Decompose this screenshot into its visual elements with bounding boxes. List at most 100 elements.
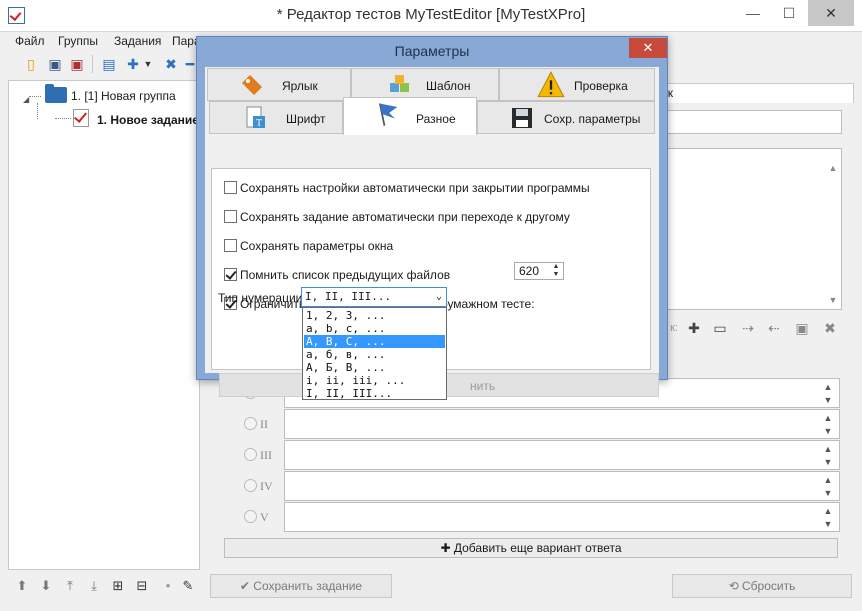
reset-label: Сбросить [742, 579, 796, 593]
answer-radio[interactable] [244, 417, 257, 430]
scroll-down-icon[interactable]: ▼ [823, 457, 833, 467]
menu-groups[interactable]: Группы [58, 34, 98, 48]
answer-number: II [260, 417, 268, 431]
scroll-up-icon[interactable]: ▲ [823, 382, 833, 392]
checkbox[interactable] [224, 210, 237, 223]
move-right-icon[interactable]: ⇢ [740, 320, 756, 336]
menu-file[interactable]: Файл [15, 34, 45, 48]
add-variant-button[interactable]: ✚ Добавить еще вариант ответа [224, 538, 838, 558]
main-toolbar: ▯ ▣ ▣ ▤ ✚ ▼ ✖ ━ [0, 52, 200, 76]
checkbox[interactable] [224, 181, 237, 194]
numbering-dropdown[interactable]: 1, 2, 3, ... a, b, c, ... A, B, C, ... а… [302, 307, 447, 400]
spinner-buttons[interactable]: ▲ ▼ [549, 263, 563, 279]
option-label: Сохранять параметры окна [240, 239, 394, 253]
add-group-icon[interactable]: ▤ [100, 55, 118, 73]
scroll-up-icon[interactable]: ▲ [823, 506, 833, 516]
save-small-icon[interactable]: ▣ [794, 320, 810, 336]
numbering-option[interactable]: a, b, c, ... [304, 322, 445, 335]
close-button[interactable]: ✕ [808, 0, 854, 26]
spin-up-icon[interactable]: ▲ [549, 263, 563, 271]
answer-row: IV ▲ ▼ [220, 471, 840, 501]
answer-row: V ▲ ▼ [220, 502, 840, 532]
numbering-option[interactable]: 1, 2, 3, ... [304, 309, 445, 322]
numbering-select[interactable]: I, II, III... ⌄ [301, 287, 447, 307]
scroll-up-icon[interactable]: ▲ [823, 413, 833, 423]
delete-icon[interactable]: ✖ [162, 55, 180, 73]
tab-shortcut[interactable]: Ярлык [207, 68, 351, 101]
save-as-icon[interactable]: ▣ [68, 55, 86, 73]
checkmark-icon: ✔ [239, 579, 254, 593]
scroll-up-icon[interactable]: ▲ [823, 444, 833, 454]
numbering-option[interactable]: А, Б, В, ... [304, 361, 445, 374]
dialog-close-button[interactable]: ✕ [629, 38, 667, 58]
floppy-icon [512, 108, 532, 128]
scroll-up-icon[interactable]: ▲ [827, 163, 839, 173]
scroll-up-icon[interactable]: ▲ [823, 475, 833, 485]
task-title-field[interactable] [654, 110, 842, 134]
answer-field[interactable]: ▲ ▼ [284, 440, 840, 470]
save-task-button[interactable]: ✔ Сохранить задание [210, 574, 392, 598]
tab-check[interactable]: Проверка [499, 68, 655, 101]
menu-tasks[interactable]: Задания [114, 34, 161, 48]
move-down-icon[interactable]: ⬇ [38, 578, 54, 594]
add-answer-icon[interactable]: ✚ [686, 320, 702, 336]
tab-misc[interactable]: Разное [343, 97, 477, 135]
numbering-selected-value: I, II, III... [305, 290, 392, 303]
tab-font[interactable]: T Шрифт [209, 101, 343, 134]
expand-icon[interactable]: ⊞ [110, 578, 126, 594]
minimize-button[interactable]: — [736, 0, 770, 26]
collapse-all-icon[interactable]: ⊟ [134, 578, 150, 594]
toolbar-fragment-icon: к: [670, 322, 678, 334]
scroll-down-icon[interactable]: ▼ [823, 488, 833, 498]
scroll-down-icon[interactable]: ▼ [827, 295, 839, 305]
scroll-down-icon[interactable]: ▼ [823, 395, 833, 405]
answer-field[interactable]: ▲ ▼ [284, 409, 840, 439]
tree-task-label[interactable]: 1. Новое задание [97, 113, 199, 127]
svg-text:T: T [256, 118, 262, 129]
move-bottom-icon[interactable]: ⤓ [86, 578, 102, 594]
checkbox[interactable] [224, 239, 237, 252]
chevron-down-icon[interactable]: ▼ [143, 55, 153, 73]
task-text-area[interactable]: ▲ ▼ [654, 148, 842, 310]
dot-icon: • [165, 578, 171, 593]
blocks-icon [390, 75, 409, 92]
answer-field[interactable]: ▲ ▼ [284, 471, 840, 501]
toolbar-separator [92, 55, 93, 73]
numbering-option[interactable]: а, б, в, ... [304, 348, 445, 361]
move-up-icon[interactable]: ⬆ [14, 578, 30, 594]
spin-down-icon[interactable]: ▼ [549, 271, 563, 279]
numbering-option[interactable]: i, ii, iii, ... [304, 374, 445, 387]
scroll-down-icon[interactable]: ▼ [823, 426, 833, 436]
monitor-icon[interactable]: ▭ [712, 320, 728, 336]
answer-radio[interactable] [244, 479, 257, 492]
scroll-down-icon[interactable]: ▼ [823, 519, 833, 529]
task-tree[interactable]: ◢ 1. [1] Новая группа 1. Новое задание [8, 80, 200, 570]
tab-save-params[interactable]: Сохр. параметры [477, 101, 655, 134]
apply-label: нить [470, 379, 496, 393]
numbering-option[interactable]: I, II, III... [304, 387, 445, 400]
remove-icon[interactable]: ━ [184, 55, 196, 73]
numbering-option-highlighted[interactable]: A, B, C, ... [304, 335, 445, 348]
answer-field[interactable]: ▲ ▼ [284, 502, 840, 532]
numbering-label: Тип нумерации: [218, 291, 306, 305]
tab-label: Шаблон [426, 79, 471, 93]
tree-group-label[interactable]: 1. [1] Новая группа [71, 89, 176, 103]
tab-fragment[interactable]: ик [654, 83, 854, 103]
answer-radio[interactable] [244, 448, 257, 461]
checkbox[interactable] [224, 268, 237, 281]
pencil-icon[interactable]: ✎ [180, 578, 196, 594]
delete-answer-icon[interactable]: ✖ [822, 320, 838, 336]
chevron-down-icon[interactable]: ⌄ [436, 288, 442, 306]
reset-button[interactable]: ⟲ Сбросить [672, 574, 852, 598]
tree-line [29, 96, 41, 97]
maximize-button[interactable]: ☐ [772, 0, 806, 26]
save-icon[interactable]: ▣ [46, 55, 64, 73]
flag-icon [378, 103, 398, 126]
new-file-icon[interactable]: ▯ [22, 55, 40, 73]
move-left-icon[interactable]: ⇠ [766, 320, 782, 336]
window-title: * Редактор тестов MyTestEditor [MyTestXP… [276, 6, 586, 23]
answer-radio[interactable] [244, 510, 257, 523]
move-top-icon[interactable]: ⤒ [62, 578, 78, 594]
add-icon[interactable]: ✚ [124, 55, 142, 73]
font-icon: T [246, 106, 265, 129]
